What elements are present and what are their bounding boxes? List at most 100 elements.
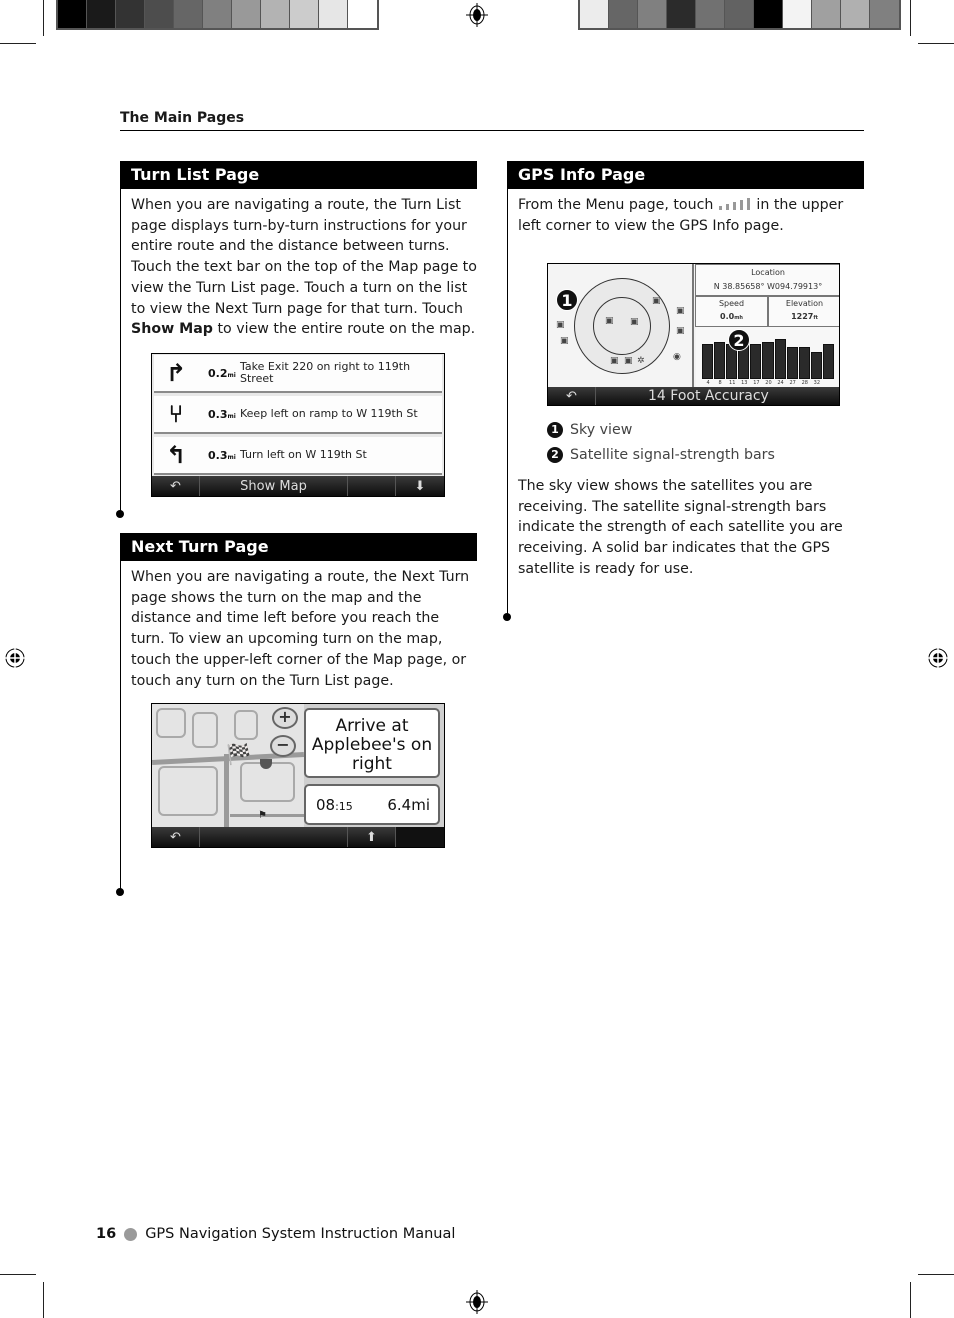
show-map-term: Show Map	[131, 321, 213, 338]
arrow-down-icon: ⬇	[414, 478, 426, 494]
satellite-id-label: 24	[777, 380, 784, 386]
color-swatch	[841, 0, 870, 28]
legend-item: 1 Sky view	[507, 418, 864, 443]
satellite-icon: ▣	[624, 356, 633, 366]
map-street	[192, 712, 218, 748]
signal-bar	[786, 347, 798, 379]
rule-end-dot	[503, 613, 511, 621]
color-swatch	[725, 0, 754, 28]
speed-label: Speed	[718, 299, 745, 308]
color-swatch	[261, 0, 290, 28]
next-turn-message[interactable]: Arrive at Applebee's on right	[304, 708, 440, 778]
up-button[interactable]: ⬆	[348, 827, 396, 847]
registration-mark-icon	[466, 3, 488, 27]
color-swatch	[667, 0, 696, 28]
rule-end-dot	[116, 888, 124, 896]
satellite-id-label: 32	[813, 380, 821, 386]
speed-value: 0.0	[720, 312, 735, 321]
color-swatch	[87, 0, 116, 28]
scroll-down-button[interactable]: ⬇	[396, 476, 444, 496]
color-swatch	[696, 0, 725, 28]
satellite-id-label: 13	[741, 380, 748, 386]
legend-label: Satellite signal-strength bars	[570, 447, 775, 463]
satellite-icon: ▣	[605, 316, 614, 326]
show-map-button[interactable]: Show Map	[200, 476, 348, 496]
body-text: to view the entire route on the map.	[212, 321, 476, 338]
turn-instruction: Turn left on W 119th St	[240, 448, 367, 461]
time-remaining: 08:15	[316, 795, 353, 814]
color-swatch	[812, 0, 841, 28]
color-swatch	[116, 0, 145, 28]
color-calibration-bar-left	[56, 0, 379, 30]
turn-distance: 0.3mi	[208, 407, 236, 421]
turn-distance: 0.3mi	[208, 448, 236, 462]
back-button[interactable]: ↶	[152, 827, 200, 847]
color-swatch	[783, 0, 812, 28]
registration-mark-icon	[466, 1290, 488, 1314]
back-button[interactable]: ↶	[152, 476, 200, 496]
map-road	[230, 814, 304, 817]
map-view[interactable]: 🏁 ⚑ + −	[152, 704, 304, 829]
signal-bar	[822, 344, 834, 379]
signal-bar	[810, 352, 822, 379]
section-body: When you are navigating a route, the Tur…	[120, 195, 477, 340]
gps-legend: 1 Sky view 2 Satellite signal-strength bar…	[507, 418, 864, 580]
color-swatch	[319, 0, 348, 28]
section-heading: Turn List Page	[120, 161, 477, 189]
running-head: The Main Pages	[120, 110, 864, 131]
signal-bar	[762, 341, 774, 379]
callout-1: 1	[556, 289, 578, 311]
section-heading: GPS Info Page	[507, 161, 864, 189]
crop-mark	[43, 0, 44, 36]
legend-item: 2 Satellite signal-strength bars	[507, 443, 864, 468]
section-heading: Next Turn Page	[120, 533, 477, 561]
device-toolbar: ↶ Show Map ⬇	[152, 476, 444, 496]
body-text: When you are navigating a route, the Tur…	[131, 197, 477, 317]
device-toolbar: ↶ ⬆	[152, 827, 444, 847]
satellite-icon: ▣	[556, 320, 565, 330]
back-icon: ↶	[170, 829, 181, 845]
crop-mark	[0, 43, 36, 44]
color-swatch	[203, 0, 232, 28]
callout-2: 2	[728, 329, 750, 351]
accuracy-label: 14 Foot Accuracy	[648, 388, 769, 404]
turn-row[interactable]: ↰ 0.3mi Turn left on W 119th St	[154, 437, 442, 475]
flag-icon: ⚑	[258, 810, 267, 821]
satellite-icon: ▣	[630, 317, 639, 327]
map-street	[156, 708, 186, 738]
turn-instruction: Keep left on ramp to W 119th St	[240, 407, 418, 420]
next-turn-screenshot: 🏁 ⚑ + − Arrive at Applebee's on right 08…	[151, 703, 445, 848]
turn-row[interactable]: ↱ 0.2mi Take Exit 220 on right to 119th …	[154, 355, 442, 393]
sky-ring-inner	[593, 297, 651, 355]
crop-mark	[918, 1274, 954, 1275]
satellite-icon: ◉	[673, 352, 681, 362]
signal-bar	[702, 344, 714, 379]
map-street	[234, 710, 258, 740]
back-icon: ↶	[170, 478, 181, 494]
gps-info-section: GPS Info Page From the Menu page, touch …	[507, 161, 864, 236]
crop-mark	[43, 1282, 44, 1318]
turn-distance: 0.2mi	[208, 366, 236, 380]
device-toolbar: ↶ 14 Foot Accuracy	[548, 387, 839, 405]
zoom-out-button[interactable]: −	[270, 735, 296, 757]
next-turn-section: Next Turn Page When you are navigating a…	[120, 533, 477, 691]
crop-mark	[0, 1274, 36, 1275]
turn-instruction: Take Exit 220 on right to 119th Street	[240, 360, 411, 385]
callout-number: 2	[547, 447, 563, 463]
map-street	[158, 766, 218, 816]
back-button[interactable]: ↶	[548, 387, 596, 405]
satellite-id-label: 8	[718, 380, 722, 386]
zoom-in-button[interactable]: +	[272, 707, 298, 729]
blank-button	[396, 827, 444, 847]
turn-list-screenshot: ↱ 0.2mi Take Exit 220 on right to 119th …	[151, 353, 445, 497]
location-panel: Location N 38.85658° W094.79913°	[695, 264, 839, 296]
satellite-id-label: 17	[753, 380, 760, 386]
elevation-label: Elevation	[785, 299, 824, 308]
blank-button	[200, 827, 348, 847]
satellite-icon: ▣	[676, 306, 685, 316]
signal-bar	[714, 341, 726, 379]
elevation-panel: Elevation 1227ft	[768, 296, 839, 327]
page-footer: 16 GPS Navigation System Instruction Man…	[96, 1226, 455, 1242]
turn-row[interactable]: ⑂ 0.3mi Keep left on ramp to W 119th St	[154, 396, 442, 434]
trip-info[interactable]: 08:15 6.4mi	[304, 784, 440, 825]
